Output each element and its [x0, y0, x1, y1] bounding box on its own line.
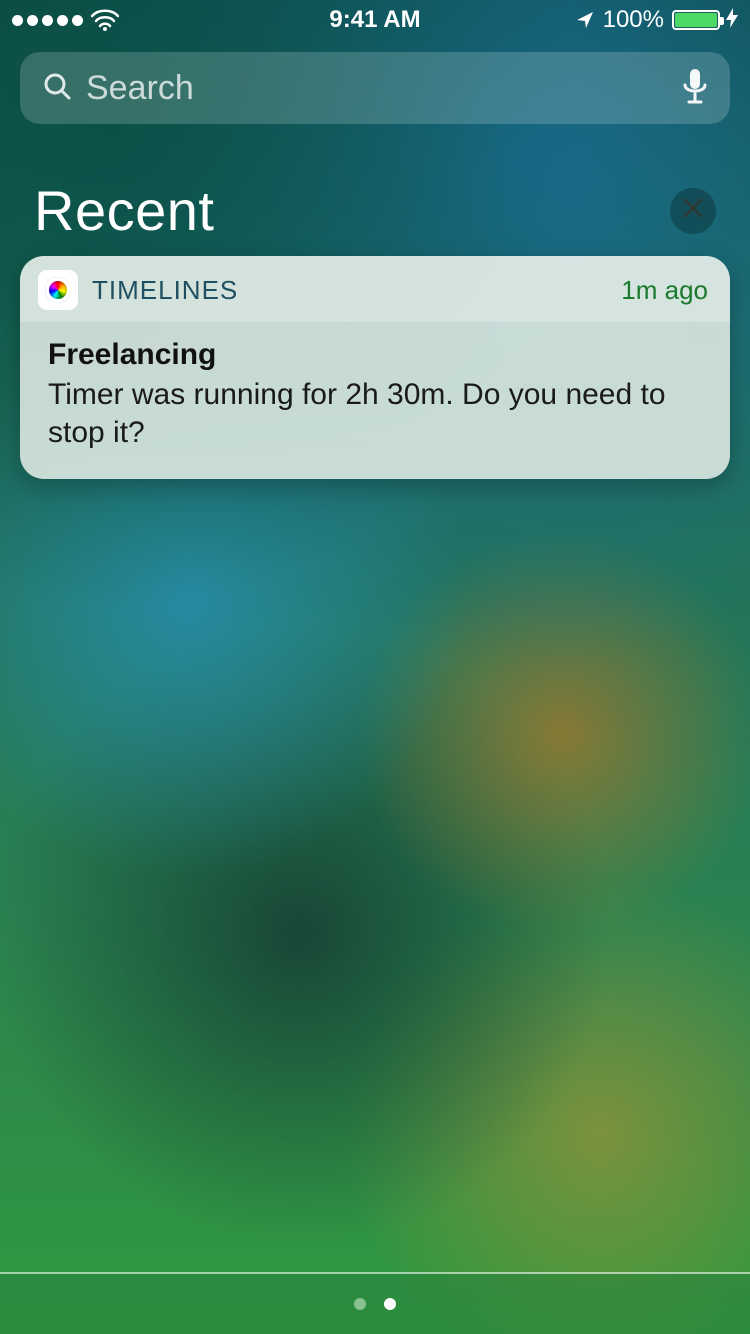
battery-icon	[672, 10, 720, 30]
search-icon	[42, 71, 72, 106]
wifi-icon	[91, 9, 119, 31]
status-right: 100%	[575, 6, 738, 34]
microphone-icon[interactable]	[682, 67, 708, 110]
clear-notifications-button[interactable]	[670, 188, 716, 234]
close-icon	[682, 197, 704, 224]
notification-time: 1m ago	[621, 275, 708, 306]
notification-card[interactable]: TIMELINES 1m ago Freelancing Timer was r…	[20, 256, 730, 479]
section-title: Recent	[34, 178, 214, 243]
notification-header: TIMELINES 1m ago	[20, 256, 730, 322]
battery-percentage: 100%	[603, 6, 664, 34]
app-icon	[38, 270, 78, 310]
location-arrow-icon	[575, 10, 595, 30]
page-dot-0[interactable]	[354, 1298, 366, 1310]
section-header: Recent	[34, 178, 716, 243]
status-left	[12, 9, 119, 31]
search-placeholder: Search	[86, 69, 682, 108]
signal-strength-icon	[12, 15, 83, 26]
search-container: Search	[20, 52, 730, 124]
notification-text: Timer was running for 2h 30m. Do you nee…	[48, 376, 702, 453]
charging-bolt-icon	[726, 8, 738, 33]
status-bar: 9:41 AM 100%	[0, 0, 750, 40]
page-indicator[interactable]	[0, 1274, 750, 1334]
notification-body: Freelancing Timer was running for 2h 30m…	[20, 322, 730, 479]
timelines-color-wheel-icon	[45, 277, 71, 303]
search-bar[interactable]: Search	[20, 52, 730, 124]
page-dot-1[interactable]	[384, 1298, 396, 1310]
notification-title: Freelancing	[48, 338, 702, 372]
app-name: TIMELINES	[92, 275, 621, 306]
